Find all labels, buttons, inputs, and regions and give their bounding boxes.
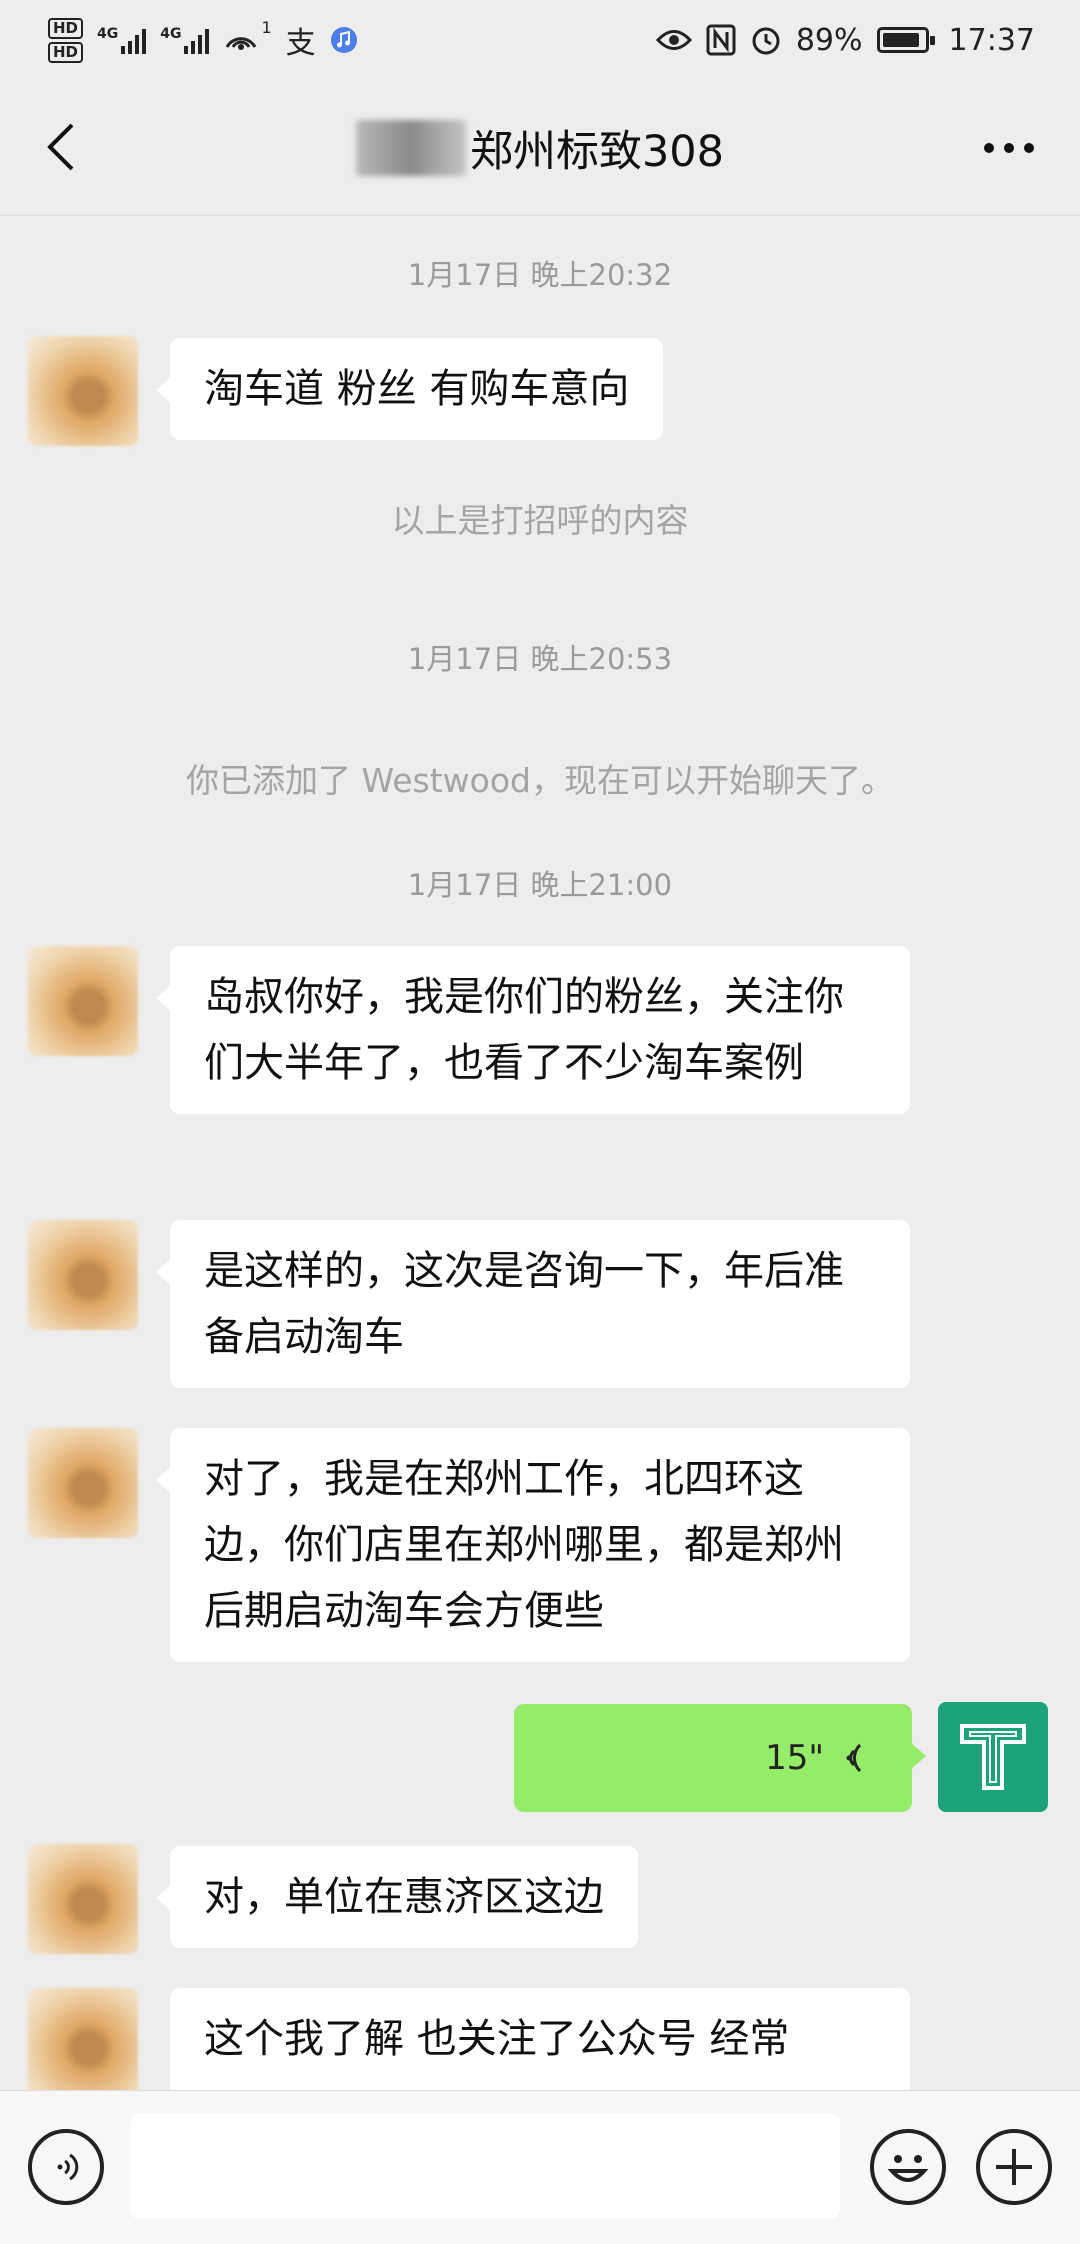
message-bubble[interactable]: 淘车道 粉丝 有购车意向	[155, 338, 664, 440]
chat-header: 郑州标致308	[0, 80, 1080, 216]
hd2-label: HD	[48, 41, 84, 63]
contact-avatar[interactable]	[28, 946, 138, 1056]
eye-icon	[655, 30, 692, 50]
t-logo-icon	[960, 1724, 1026, 1790]
status-right: 89% 17:37	[655, 22, 1035, 58]
plus-icon	[996, 2149, 1032, 2185]
message-input[interactable]	[130, 2113, 840, 2219]
message-bubble[interactable]: 是这样的，这次是咨询一下，年后准备启动淘车	[156, 1220, 910, 1388]
battery-icon	[876, 27, 935, 53]
my-avatar[interactable]	[938, 1702, 1048, 1812]
alarm-icon	[752, 27, 780, 55]
more-dot	[1004, 143, 1014, 153]
timestamp: 1月17日 晚上21:00	[407, 868, 673, 902]
status-left: HD HD 4G 4G 1 支	[48, 17, 358, 63]
voice-input-button[interactable]	[28, 2129, 104, 2205]
wifi-badge: 1	[261, 17, 272, 37]
voice-icon	[57, 2153, 79, 2181]
clock: 17:37	[948, 22, 1035, 58]
system-message: 以上是打招呼的内容	[391, 501, 689, 540]
timestamp: 1月17日 晚上20:53	[407, 642, 673, 676]
wifi-icon	[226, 37, 257, 50]
redacted-name	[355, 119, 466, 176]
voice-wave-icon	[846, 1743, 862, 1773]
music-icon	[330, 27, 357, 53]
more-dot	[984, 143, 994, 153]
contact-avatar[interactable]	[28, 1220, 138, 1330]
message-bubble[interactable]: 对了，我是在郑州工作，北四环这边，你们店里在郑州哪里，都是郑州 后期启动淘车会方…	[156, 1428, 910, 1662]
signal2-icon: 4G	[160, 26, 210, 54]
contact-avatar[interactable]	[28, 1844, 138, 1954]
nfc-icon	[706, 24, 736, 56]
voice-message-bubble[interactable]: 15"	[514, 1704, 926, 1812]
back-arrow-icon	[47, 123, 74, 171]
chat-title-wrap: 郑州标致308	[355, 117, 725, 179]
message-list[interactable]: 1月17日 晚上20:32 淘车道 粉丝 有购车意向 以上是打招呼的内容 1月1…	[0, 216, 1080, 2090]
emoji-icon	[887, 2155, 929, 2182]
input-bar	[0, 2090, 1080, 2244]
plus-button[interactable]	[976, 2129, 1052, 2205]
net2-label: 4G	[160, 26, 182, 42]
net1-label: 4G	[97, 26, 119, 42]
more-dot	[1024, 143, 1034, 153]
status-bar: HD HD 4G 4G 1 支 89% 17:37	[0, 0, 1080, 80]
alipay-icon: 支	[285, 26, 316, 61]
hd1-label: HD	[48, 17, 84, 39]
contact-avatar[interactable]	[28, 1988, 138, 2090]
contact-avatar[interactable]	[28, 336, 138, 446]
chat-title: 郑州标致308	[469, 126, 725, 177]
more-button[interactable]	[974, 128, 1044, 168]
signal1-icon: 4G	[97, 26, 147, 54]
battery-fill	[882, 33, 919, 47]
system-message: 你已添加了 Westwood，现在可以开始聊天了。	[186, 761, 894, 800]
message-bubble[interactable]: 这个我了解 也关注了公众号 经常	[170, 1988, 910, 2090]
message-bubble[interactable]: 岛叔你好，我是你们的粉丝，关注你们大半年了，也看了不少淘车案例	[156, 946, 910, 1114]
timestamp: 1月17日 晚上20:32	[407, 258, 673, 292]
contact-avatar[interactable]	[28, 1428, 138, 1538]
voice-duration: 15"	[765, 1738, 824, 1778]
back-button[interactable]	[36, 122, 86, 172]
emoji-button[interactable]	[870, 2129, 946, 2205]
message-bubble[interactable]: 对，单位在惠济区这边	[156, 1846, 638, 1948]
hd-indicator: HD HD	[48, 17, 84, 63]
battery-percent: 89%	[795, 22, 863, 58]
